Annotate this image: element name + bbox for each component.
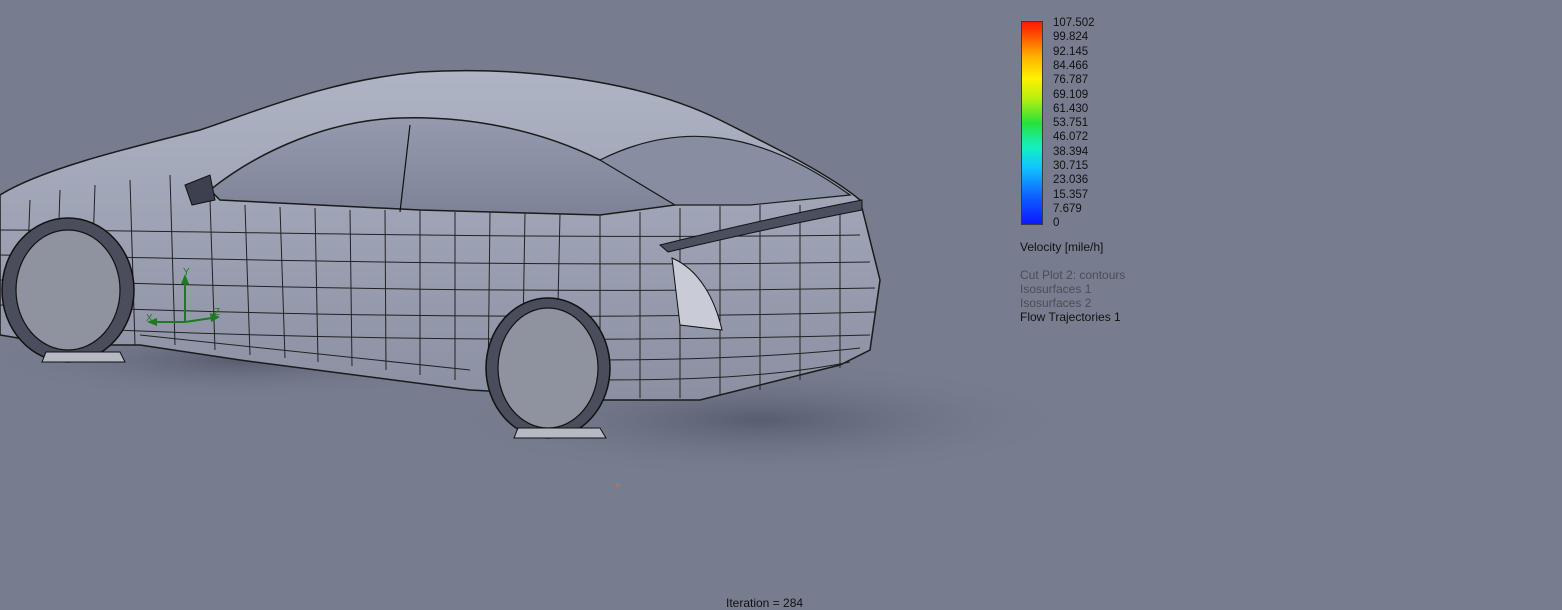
front-wheel bbox=[1, 217, 135, 363]
legend-tick-label: 107.502 bbox=[1053, 17, 1095, 29]
triad-x-label: X bbox=[146, 313, 153, 324]
plot-item-flow-trajectories-1[interactable]: Flow Trajectories 1 bbox=[1020, 310, 1125, 324]
graphics-viewport[interactable]: Y X Z + 107.502 99.824 92.145 84.466 76.787 6… bbox=[0, 0, 1562, 610]
legend-tick-label: 30.715 bbox=[1053, 160, 1089, 172]
iteration-status: Iteration = 284 bbox=[726, 596, 804, 610]
rear-wheel bbox=[485, 297, 611, 439]
legend-tick-label: 61.430 bbox=[1053, 102, 1089, 115]
legend-tick-label: 23.036 bbox=[1053, 174, 1089, 187]
car-model[interactable]: Y X Z bbox=[0, 0, 1562, 604]
legend-tick-label: 69.109 bbox=[1053, 88, 1089, 101]
legend-tick-label: 7.679 bbox=[1053, 202, 1082, 215]
legend-title: Velocity [mile/h] bbox=[1020, 240, 1104, 254]
legend-tick-label: 84.466 bbox=[1053, 59, 1089, 72]
plot-item-isosurfaces-1[interactable]: Isosurfaces 1 bbox=[1020, 282, 1125, 296]
legend-tick-label: 99.824 bbox=[1053, 31, 1089, 44]
legend-tick-label: 38.394 bbox=[1053, 145, 1089, 158]
legend-tick-label: 92.145 bbox=[1053, 45, 1089, 58]
plot-list: Cut Plot 2: contours Isosurfaces 1 Isosu… bbox=[1020, 268, 1125, 324]
legend-ticks: 107.502 99.824 92.145 84.466 76.787 69.109 61.… bbox=[1053, 16, 1173, 230]
legend-tick-label: 46.072 bbox=[1053, 131, 1089, 144]
legend-tick-label: 76.787 bbox=[1053, 74, 1089, 87]
plot-item-isosurfaces-2[interactable]: Isosurfaces 2 bbox=[1020, 296, 1125, 310]
triad-z-label: Z bbox=[214, 307, 220, 318]
velocity-colorbar bbox=[1021, 21, 1043, 225]
legend-tick-label: 53.751 bbox=[1053, 117, 1089, 130]
triad-y-label: Y bbox=[183, 267, 190, 278]
legend-tick-label: 15.357 bbox=[1053, 188, 1089, 201]
plot-item-cut-plot-2[interactable]: Cut Plot 2: contours bbox=[1020, 268, 1125, 282]
origin-marker: + bbox=[614, 478, 622, 492]
legend-tick-label: 0 bbox=[1053, 217, 1060, 230]
